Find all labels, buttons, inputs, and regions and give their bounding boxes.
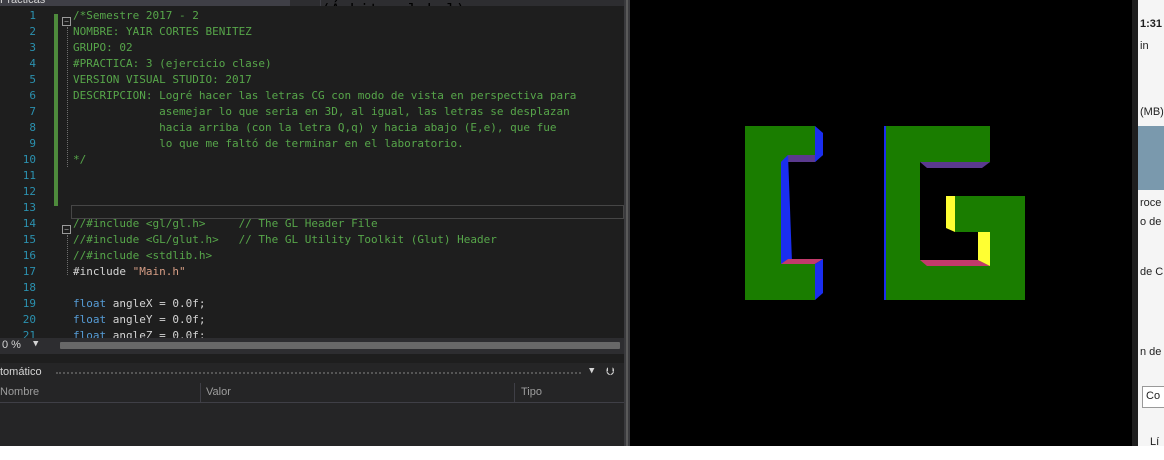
panel-grip[interactable] [56,372,581,374]
letter-g-left-edge [884,126,886,300]
horizontal-scrollbar[interactable] [60,342,620,349]
letter-g-bottom-face [920,260,990,266]
code-line[interactable]: float angleX = 0.0f; [73,296,205,312]
line-number: 8 [29,121,36,134]
line-number: 18 [22,281,36,294]
letter-g-inner-face-1 [946,196,955,232]
line-number: 9 [29,137,36,150]
line-number: 21 [22,329,36,338]
code-line[interactable]: //#include <stdlib.h> [73,248,212,264]
line-number: 20 [22,313,36,326]
diag-label: o de [1140,216,1162,228]
letter-c-front [745,126,815,300]
line-number: 2 [29,25,36,38]
code-text: angleZ = 0.0f; [106,329,206,338]
line-number: 16 [22,249,36,262]
line-number: 11 [22,169,36,182]
column-header-value[interactable]: Valor [206,386,231,398]
zoom-dropdown-icon[interactable]: ▼ [33,339,38,349]
code-line[interactable]: #PRACTICA: 3 (ejercicio clase) [73,56,272,72]
letter-g-inner-face-2 [978,232,990,266]
code-line[interactable]: //#include <gl/gl.h> // The GL Header Fi… [73,216,378,232]
fold-guide [67,27,68,167]
autos-panel-title: tomático [0,366,42,378]
line-number: 13 [22,201,36,214]
diag-label: Lí [1150,436,1160,446]
line-number: 3 [29,41,36,54]
diag-memory-label: (MB) [1140,106,1164,118]
diag-label: roce [1140,197,1162,209]
line-number: 10 [22,153,36,166]
code-line[interactable]: asemejar lo que seria en 3D, al igual, l… [73,104,570,120]
line-number: 5 [29,73,36,86]
column-divider[interactable] [514,383,515,402]
column-divider[interactable] [200,383,201,402]
code-line[interactable]: float angleY = 0.0f; [73,312,205,328]
letter-g-top-face [920,162,990,168]
code-line[interactable]: float angleZ = 0.0f; [73,328,205,338]
cg-letters-render [745,126,1025,300]
diag-label: n de [1140,346,1162,358]
keyword: float [73,329,107,338]
column-header-name[interactable]: Nombre [0,386,39,398]
collapse-icon[interactable]: − [62,17,71,26]
keyword: float [73,313,107,326]
line-number: 7 [29,105,36,118]
code-text: angleY = 0.0f; [106,313,206,326]
letter-g-shape [884,126,1025,300]
line-number: 14 [22,217,36,230]
line-number: 4 [29,57,36,70]
line-number: 17 [22,265,36,278]
panel-menu-icon[interactable]: ▼ [589,366,594,376]
line-number: 15 [22,233,36,246]
code-editor[interactable]: − − 1 /*Semestre 2017 - 2 2 NOMBRE: YAIR CO… [0,6,624,338]
code-line[interactable]: NOMBRE: YAIR CORTES BENITEZ [73,24,252,40]
letter-c-right-face-top [815,126,823,162]
code-line[interactable]: GRUPO: 02 [73,40,133,56]
letter-c-right-face-bottom [815,259,823,300]
string-literal: "Main.h" [132,265,186,278]
diag-label: de C [1140,266,1164,278]
code-line[interactable]: /*Semestre 2017 - 2 [73,8,199,24]
diag-dropdown-label: Co [1146,390,1161,402]
bottom-strip [0,446,1164,460]
line-number: 19 [22,297,36,310]
fold-guide [67,235,68,275]
diag-time: 1:31 [1140,18,1163,30]
code-line[interactable]: #include "Main.h" [73,264,186,280]
pin-icon[interactable]: ⮋ [606,365,614,379]
line-number: 1 [29,9,36,22]
letter-c-shape [745,126,823,300]
code-line[interactable]: DESCRIPCION: Logré hacer las letras CG c… [73,88,576,104]
line-number: 12 [22,185,36,198]
code-line[interactable]: */ [73,152,86,168]
diagnostics-panel: 1:31 in (MB) roce o de de C n de Co Lí [1138,0,1164,446]
change-tracking-bar [54,14,58,206]
zoom-level[interactable]: 0 % [2,339,21,351]
column-header-type[interactable]: Tipo [521,386,542,398]
include-directive: #include [73,265,133,278]
memory-graph [1138,126,1164,190]
code-text: angleX = 0.0f; [106,297,206,310]
letter-c-side-face [781,155,792,264]
line-number: 6 [29,89,36,102]
opengl-render-window[interactable] [630,0,1132,446]
code-line[interactable]: hacia arriba (con la letra Q,q) y hacia … [73,120,556,136]
code-line[interactable]: lo que me faltó de terminar en el labora… [73,136,464,152]
code-line[interactable]: VERSION VISUAL STUDIO: 2017 [73,72,252,88]
autos-panel [0,363,624,446]
splitter-highlight [626,0,628,446]
keyword: float [73,297,107,310]
code-line[interactable]: //#include <GL/glut.h> // The GL Utility… [73,232,497,248]
panel-gap [0,354,624,363]
diag-label: in [1140,40,1149,52]
collapse-icon[interactable]: − [62,225,71,234]
